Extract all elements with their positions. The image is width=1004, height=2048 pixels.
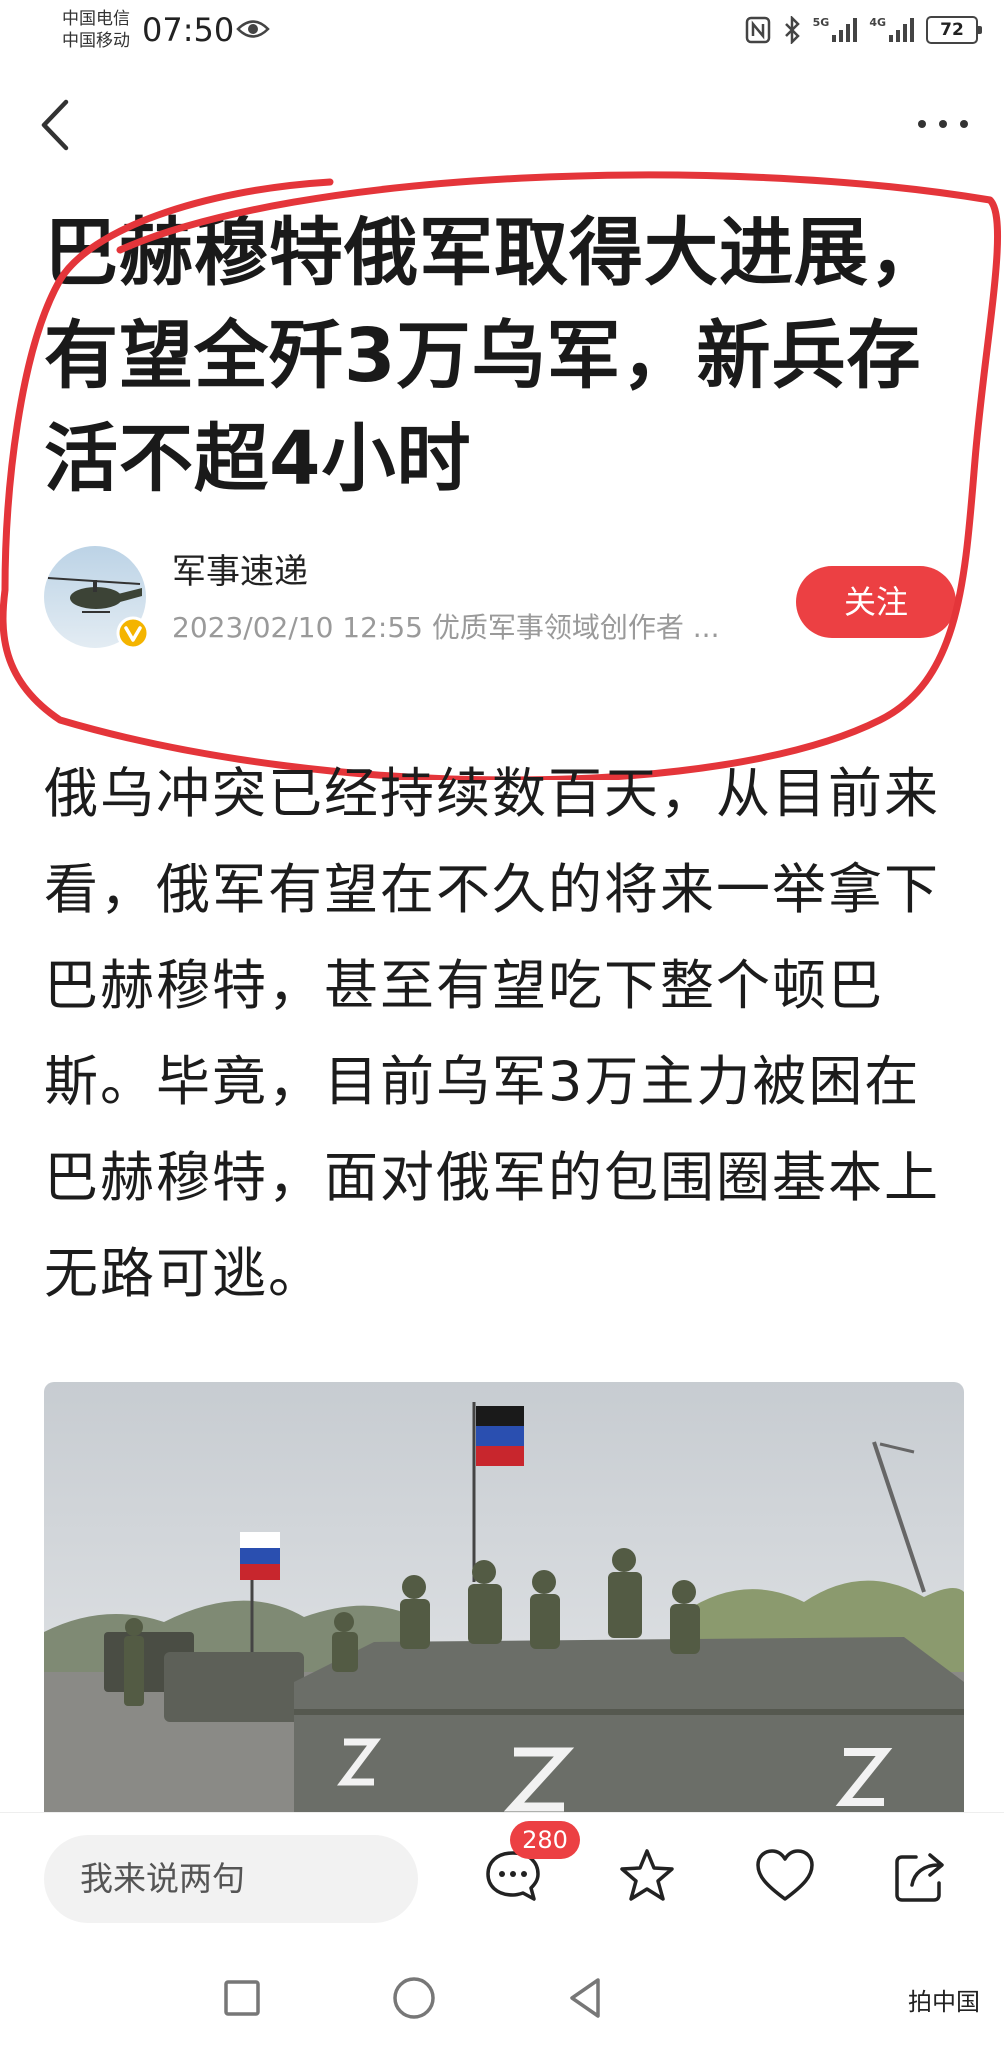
- article-photo[interactable]: [44, 1382, 964, 1812]
- carrier-names: 中国电信 中国移动: [62, 8, 130, 52]
- nfc-icon: [745, 16, 770, 44]
- comment-input[interactable]: 我来说两句: [44, 1835, 418, 1923]
- recent-apps-button[interactable]: [218, 1974, 266, 2022]
- like-button[interactable]: [752, 1843, 818, 1909]
- bottom-action-bar: 我来说两句 280: [0, 1812, 1004, 1952]
- verified-badge-icon: [116, 616, 150, 650]
- status-bar: 中国电信 中国移动 07:50 5G 4G 72: [0, 0, 1004, 66]
- share-button[interactable]: [888, 1843, 954, 1909]
- square-nav-icon: [224, 1980, 260, 2016]
- heart-icon: [756, 1849, 814, 1901]
- signal-2: 4G: [869, 17, 914, 43]
- back-arrow-icon: [41, 99, 69, 151]
- signal-label-2: 4G: [869, 16, 886, 29]
- more-options-button[interactable]: [912, 104, 974, 144]
- comment-count-badge: 280: [510, 1821, 580, 1859]
- watermark-text: 拍中国: [908, 1988, 980, 2016]
- author-meta: 2023/02/10 12:55 优质军事领域创作者 ...: [172, 611, 720, 644]
- carrier-2: 中国移动: [62, 31, 130, 51]
- tank-convoy-image: [44, 1382, 964, 1812]
- signal-label-1: 5G: [812, 16, 830, 29]
- home-button[interactable]: [390, 1974, 438, 2022]
- bluetooth-icon: [784, 16, 800, 44]
- article-headline: 巴赫穆特俄军取得大进展，有望全歼3万乌军，新兵存活不超4小时: [44, 210, 944, 502]
- back-nav-button[interactable]: [562, 1974, 610, 2022]
- carrier-1: 中国电信: [62, 9, 130, 29]
- follow-button[interactable]: 关注: [796, 566, 956, 638]
- back-button[interactable]: [30, 94, 84, 156]
- star-icon: [620, 1849, 674, 1901]
- share-icon: [895, 1853, 944, 1902]
- author-name[interactable]: 军事速递: [172, 552, 308, 592]
- author-avatar[interactable]: [44, 546, 150, 650]
- signal-bars-icon: [832, 18, 858, 42]
- triangle-back-nav-icon: [570, 1978, 600, 2018]
- system-nav-bar: 拍中国: [0, 1952, 1004, 2048]
- signal-1: 5G: [813, 17, 858, 43]
- article-body: 俄乌冲突已经持续数百天，从目前来看，俄军有望在不久的将来一举拿下巴赫穆特，甚至有…: [44, 762, 940, 1305]
- more-dots-icon: [918, 120, 968, 128]
- status-time: 07:50: [142, 11, 235, 49]
- circle-nav-icon: [393, 1977, 435, 2019]
- favorite-button[interactable]: [614, 1843, 680, 1909]
- eye-icon: [236, 20, 270, 38]
- status-icons: 5G 4G 72: [745, 16, 982, 44]
- signal-bars-icon-2: [889, 18, 914, 42]
- battery-indicator: 72: [926, 16, 982, 44]
